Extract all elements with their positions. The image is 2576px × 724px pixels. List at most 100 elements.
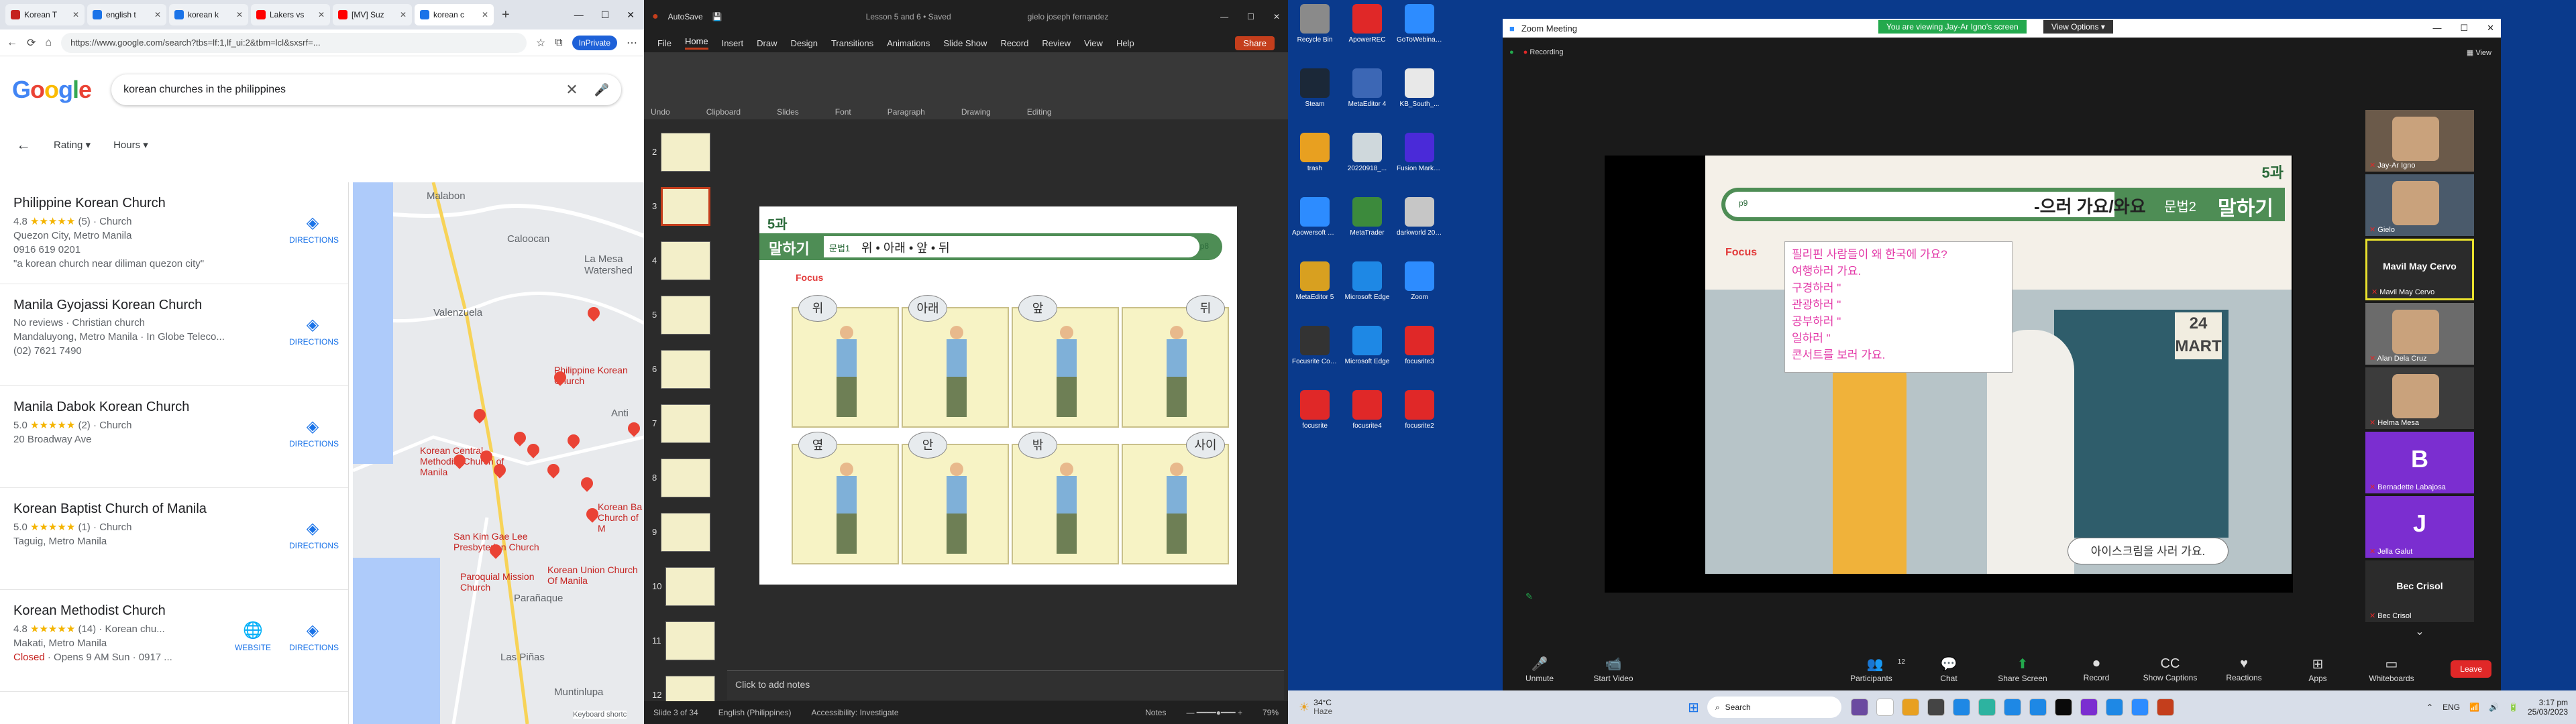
participant-tile[interactable]: ✕ Alan Dela Cruz [2365,303,2474,365]
slide-thumbnail[interactable]: 7 [652,396,719,450]
save-icon[interactable]: 💾 [712,12,722,21]
slide-thumbnail[interactable]: 2 [652,125,719,179]
taskbar-app-icon[interactable] [2080,699,2098,716]
desktop-icon[interactable]: MetaEditor 5 [1292,261,1338,301]
close-window-icon[interactable]: ✕ [1273,12,1280,21]
participant-tile[interactable]: J ✕ Jella Galut [2365,496,2474,558]
desktop-icon[interactable]: MetaEditor 4 [1344,68,1390,108]
close-window-icon[interactable]: ✕ [2487,23,2494,34]
view-button[interactable]: ▦ View [2467,48,2491,57]
desktop-icon[interactable]: Steam [1292,68,1338,108]
taskbar-app-icon[interactable] [2131,699,2149,716]
annotation-textbox[interactable]: 필리핀 사람들이 왜 한국에 가요? 여행하러 가요. 구경하러 " 관광하러 " 공부… [1784,241,2012,373]
directions-button[interactable]: ◈ DIRECTIONS [289,621,339,652]
menu-insert[interactable]: Insert [722,38,744,48]
close-icon[interactable]: ✕ [72,10,79,19]
user-name[interactable]: gielo joseph fernandez [1028,12,1109,21]
search-box[interactable]: korean churches in the philippines ✕ 🎤 [111,74,621,105]
control-unmute[interactable]: 🎤 Unmute [1503,656,1576,683]
ribbon-group-undo[interactable]: Undo [651,107,670,117]
control-reactions[interactable]: ♥ Reactions [2207,656,2281,682]
taskbar-app-icon[interactable] [1927,699,1945,716]
taskbar-app-icon[interactable] [1978,699,1996,716]
slide-thumbnail[interactable]: 11 [652,613,719,668]
minimize-icon[interactable]: — [1220,12,1228,21]
url-input[interactable]: https://www.google.com/search?tbs=lf:1,l… [61,32,527,53]
weather-widget[interactable]: 34°C Haze [1313,699,1332,716]
control-apps[interactable]: ⊞ Apps [2281,656,2355,683]
place-name[interactable]: Manila Dabok Korean Church [13,400,335,415]
slide-thumbnail[interactable]: 5 [652,288,719,342]
control-chat[interactable]: 💬 Chat [1912,656,1986,683]
desktop-icon[interactable]: darkworld 2022 [1397,197,1442,237]
browser-tab[interactable]: korean k ✕ [169,4,248,25]
desktop-icon[interactable]: Fusion Markets M... [1397,133,1442,172]
menu-help[interactable]: Help [1116,38,1134,48]
participant-tile[interactable]: B ✕ Bernadette Labajosa [2365,432,2474,493]
wifi-icon[interactable]: 📶 [2469,703,2479,712]
menu-design[interactable]: Design [791,38,818,48]
minimize-icon[interactable]: — [2432,23,2441,34]
annotate-pencil-icon[interactable]: ✎ [1525,591,1533,602]
accessibility-indicator[interactable]: Accessibility: Investigate [811,708,898,717]
menu-animations[interactable]: Animations [887,38,930,48]
desktop-icon[interactable]: 20220918_... [1344,133,1390,172]
clock[interactable]: 3:17 pm 25/03/2023 [2528,698,2568,717]
menu-view[interactable]: View [1084,38,1103,48]
participant-tile[interactable]: ✕ Jay-Ar Igno [2365,110,2474,172]
notes-toggle[interactable]: Notes [1145,708,1166,717]
more-icon[interactable]: ⋯ [627,36,637,50]
google-logo[interactable]: Google [12,76,92,104]
desktop-icon[interactable]: Apowersoft Video Co... [1292,197,1338,237]
participant-tile[interactable]: ✕ Helma Mesa [2365,367,2474,429]
slide-thumbnail[interactable]: 8 [652,450,719,505]
menu-draw[interactable]: Draw [757,38,777,48]
taskbar-app-icon[interactable] [2156,699,2174,716]
directions-button[interactable]: ◈ DIRECTIONS [289,213,339,245]
gallery-scroll-down-icon[interactable]: ⌄ [2365,625,2474,638]
filter-hours[interactable]: Hours ▾ [113,139,148,151]
menu-review[interactable]: Review [1042,38,1071,48]
close-icon[interactable]: ✕ [318,10,325,19]
menu-record[interactable]: Record [1000,38,1028,48]
share-button[interactable]: Share [1235,36,1275,50]
desktop-icon[interactable]: MetaTrader [1344,197,1390,237]
place-name[interactable]: Philippine Korean Church [13,196,335,211]
desktop-icon[interactable]: focusrite [1292,390,1338,430]
language-indicator[interactable]: English (Philippines) [718,708,792,717]
search-input[interactable]: korean churches in the philippines [123,84,566,96]
slide-thumbnail[interactable]: 4 [652,233,719,288]
desktop-icon[interactable]: focusrite4 [1344,390,1390,430]
ribbon-group-clipboard[interactable]: Clipboard [706,107,741,117]
leave-button[interactable]: Leave [2451,660,2491,678]
place-card[interactable]: Korean Baptist Church of Manila 5.0 ★★★★★… [0,488,348,590]
start-button[interactable]: ⊞ [1688,699,1699,716]
place-name[interactable]: Manila Gyojassi Korean Church [13,298,335,313]
directions-button[interactable]: ◈ DIRECTIONS [289,315,339,347]
control-participants[interactable]: 👥 Participants12 [1838,656,1912,683]
place-card[interactable]: Korean Methodist Church 4.8 ★★★★★ (14) · … [0,590,348,692]
taskbar-app-icon[interactable] [2003,699,2021,716]
taskbar-app-icon[interactable] [1952,699,1970,716]
taskbar-search[interactable]: ⌕ Search [1707,697,1841,718]
ribbon-group-font[interactable]: Font [835,107,851,117]
taskbar-app-icon[interactable] [2029,699,2047,716]
clear-icon[interactable]: ✕ [566,81,578,99]
taskbar-app-icon[interactable] [1876,699,1894,716]
desktop-icon[interactable]: Zoom [1397,261,1442,301]
menu-home[interactable]: Home [684,36,708,50]
battery-icon[interactable]: 🔋 [2508,703,2518,712]
desktop-icon[interactable]: Microsoft Edge [1344,261,1390,301]
control-share-screen[interactable]: ⬆ Share Screen [1986,656,2059,683]
file-name[interactable]: Lesson 5 and 6 • Saved [866,12,951,21]
favorites-icon[interactable]: ☆ [536,36,545,50]
desktop-icon[interactable]: GoToWebinar 001 [1397,4,1442,44]
slide-thumbnail[interactable]: 6 [652,342,719,396]
control-whiteboards[interactable]: ▭ Whiteboards [2355,656,2428,683]
place-name[interactable]: Korean Baptist Church of Manila [13,501,335,517]
keyboard-shortcuts-link[interactable]: Keyboard shortc [573,711,627,719]
desktop-icon[interactable]: Recycle Bin [1292,4,1338,44]
inprivate-badge[interactable]: InPrivate [572,35,617,50]
taskbar-app-icon[interactable] [1901,699,1919,716]
place-card[interactable]: Manila Dabok Korean Church 5.0 ★★★★★ (2) … [0,386,348,488]
